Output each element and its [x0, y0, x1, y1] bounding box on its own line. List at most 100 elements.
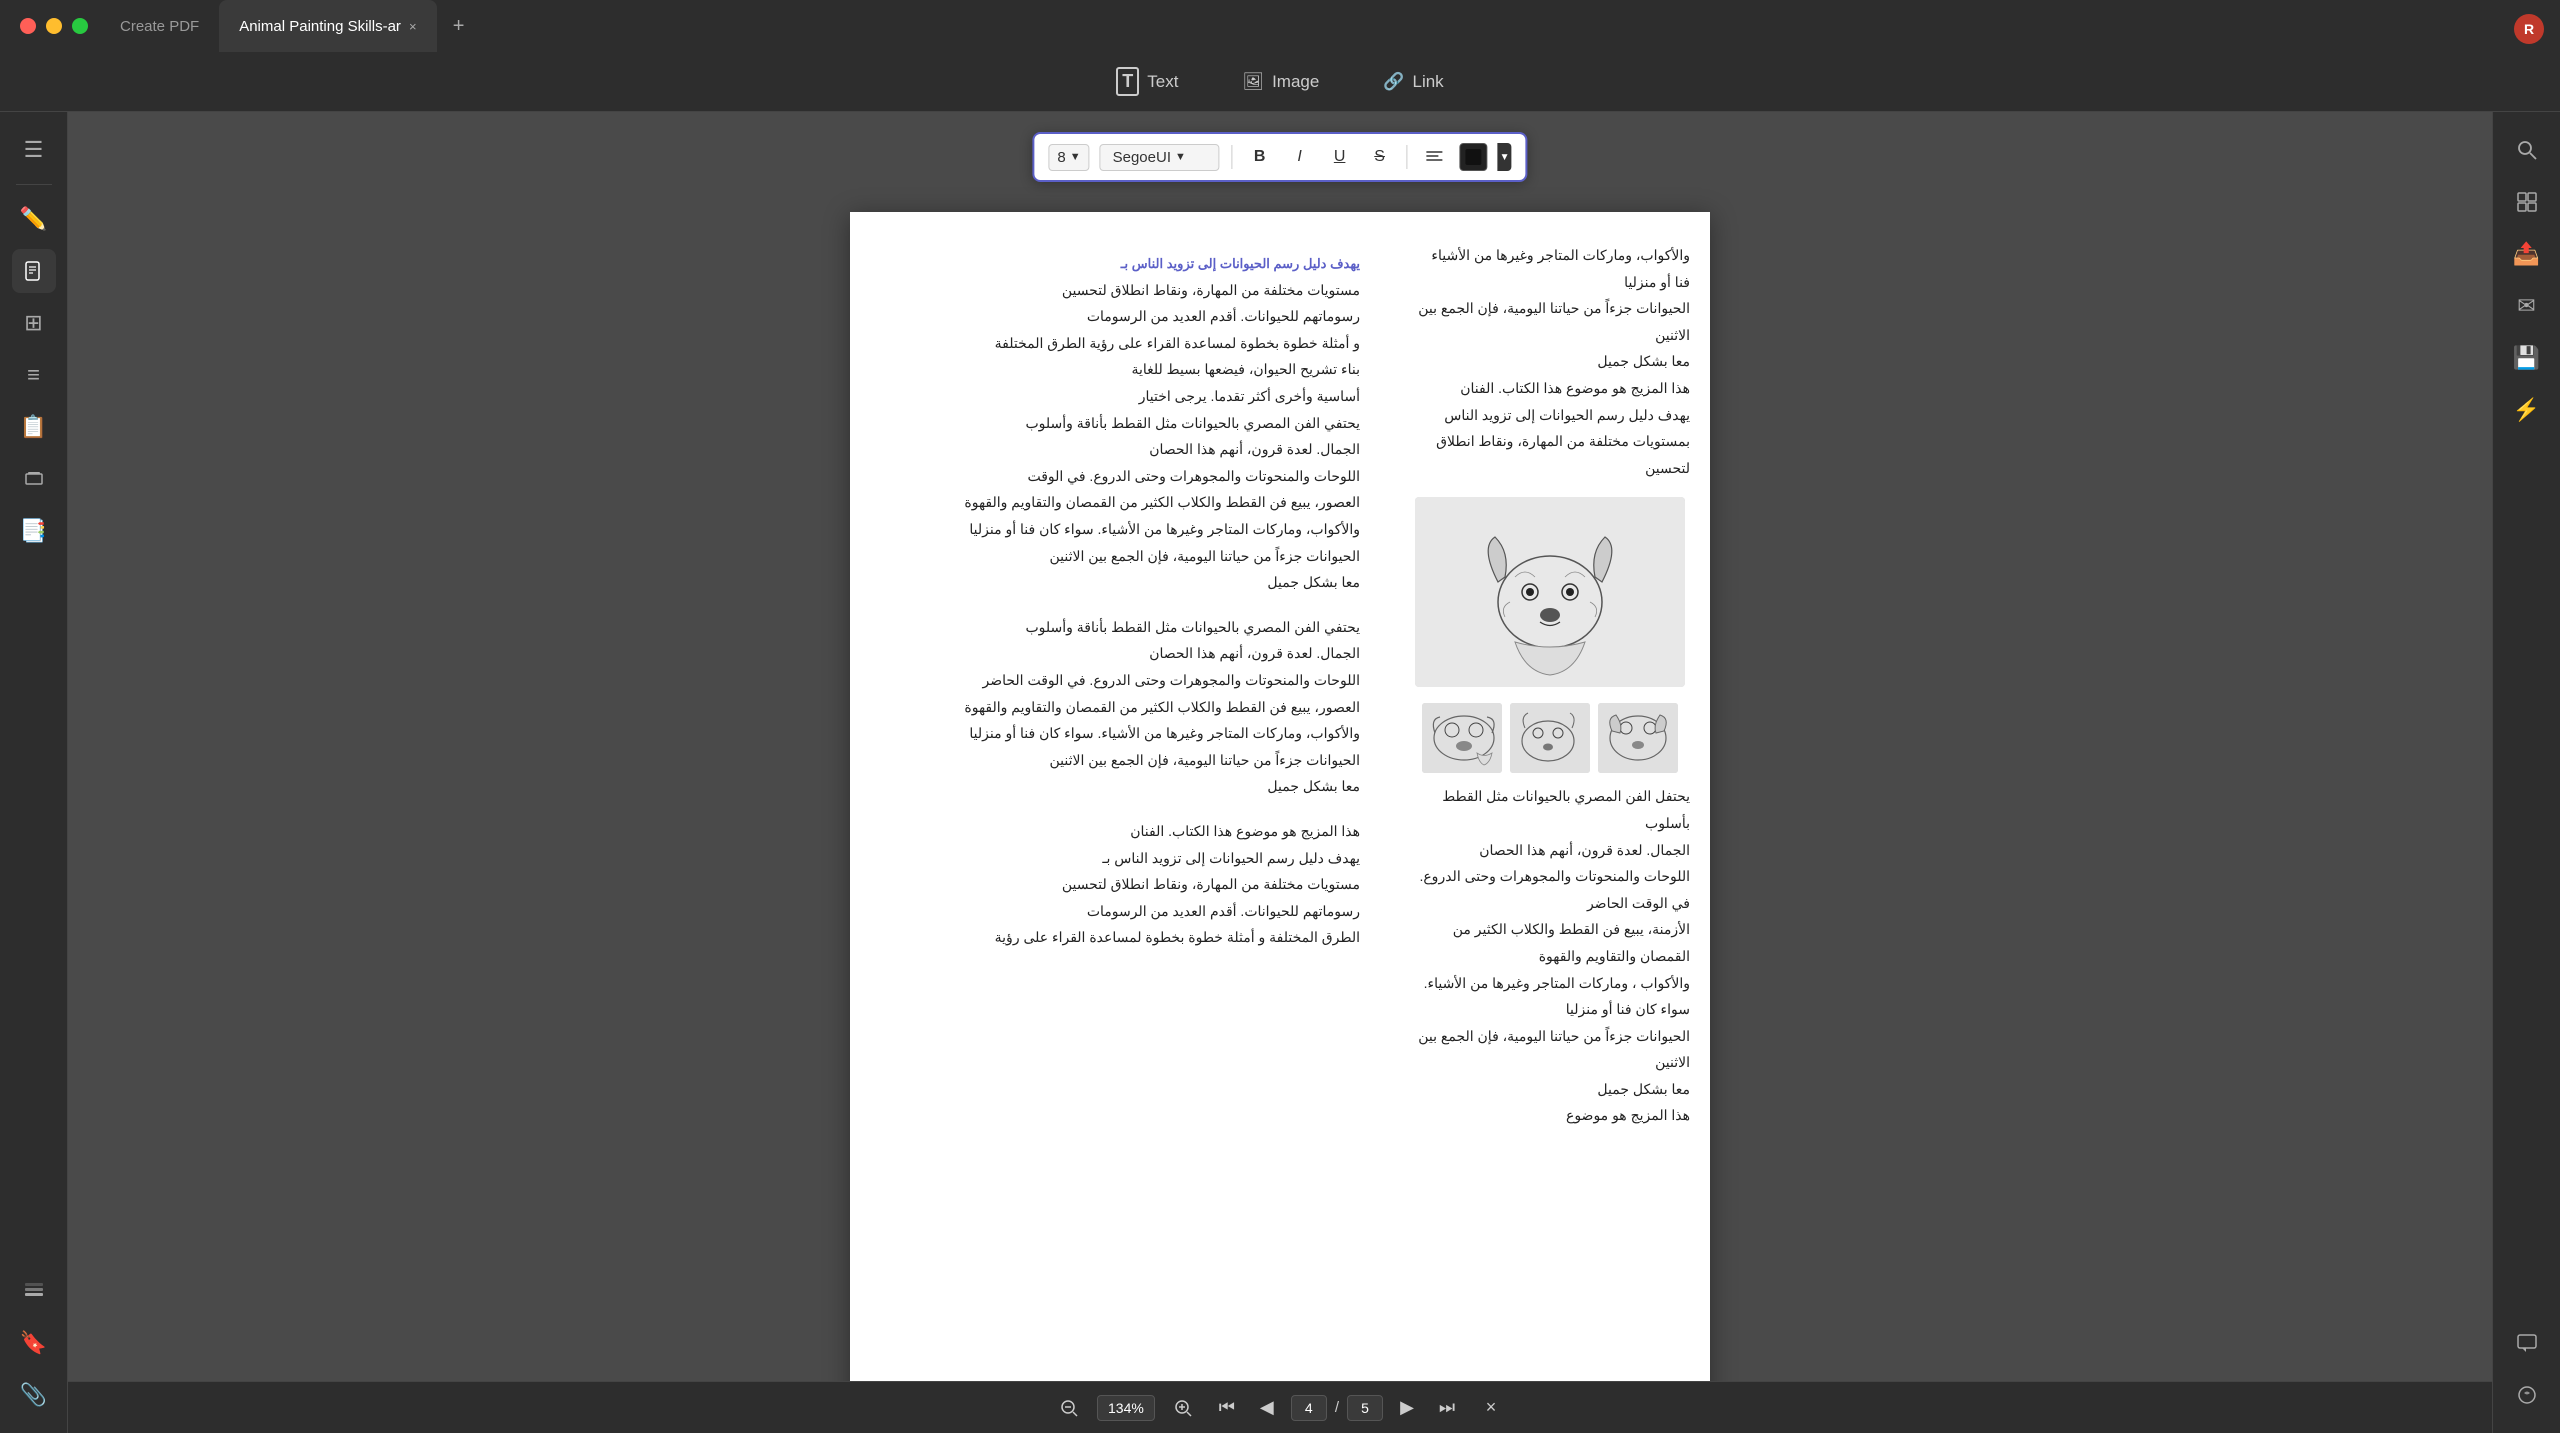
sidebar-icon-layers-bottom[interactable]	[12, 1269, 56, 1313]
pdf-right-line-6: يهدف دليل رسم الحيوانات إلى تزويد الناس	[1410, 402, 1690, 429]
sidebar-icon-layers[interactable]	[12, 457, 56, 501]
pdf-text-line-21: هذا المزيج هو موضوع هذا الكتاب. الفنان	[900, 818, 1360, 845]
page-last-button[interactable]: ⏭	[1431, 1392, 1463, 1424]
pdf-text-line-1: يهدف دليل رسم الحيوانات إلى تزويد الناس …	[900, 252, 1360, 277]
pdf-text-line-2: مستويات مختلفة من المهارة، ونقاط انطلاق …	[900, 277, 1360, 304]
sidebar-right-search[interactable]	[2505, 128, 2549, 172]
pdf-text-line-17: العصور، يبيع فن القطط والكلاب الكثير من …	[900, 694, 1360, 721]
sidebar-right-mail[interactable]: ✉	[2505, 284, 2549, 328]
main-toolbar: T Text 🖼 Image 🔗 Link	[0, 52, 2560, 112]
pdf-text-line-20: معا بشكل جميل	[900, 773, 1360, 800]
pdf-page: يهدف دليل رسم الحيوانات إلى تزويد الناس …	[850, 212, 1710, 1412]
pdf-text-line-16: اللوحات والمنحوتات والمجوهرات وحتى الدرو…	[900, 667, 1360, 694]
user-avatar: R	[2514, 14, 2544, 44]
pdf-right-bottom-2: الجمال. لعدة قرون، أنهم هذا الحصان	[1410, 837, 1690, 864]
bold-button[interactable]: B	[1245, 142, 1275, 172]
image-icon: 🖼	[1242, 72, 1264, 92]
pdf-right-bottom-7: معا بشكل جميل	[1410, 1076, 1690, 1103]
font-name-value: SegoeUI	[1113, 149, 1171, 166]
tab-bar: Create PDF Animal Painting Skills-ar × +	[100, 0, 475, 52]
toolbar-text-label: Text	[1147, 72, 1178, 92]
close-button[interactable]	[20, 18, 36, 34]
minimize-button[interactable]	[46, 18, 62, 34]
sidebar-icon-attachment[interactable]: 📎	[12, 1373, 56, 1417]
sidebar-right-comment[interactable]	[2505, 1321, 2549, 1365]
format-toolbar: 8 ▼ SegoeUI ▼ B I U S ▼	[1032, 132, 1527, 182]
sidebar-right-icon2[interactable]	[2505, 1373, 2549, 1417]
tab-inactive-label: Create PDF	[120, 18, 199, 35]
pdf-right-bottom-6: الحيوانات جزءاً من حياتنا اليومية، فإن ا…	[1410, 1023, 1690, 1076]
current-page[interactable]: 4	[1291, 1395, 1327, 1421]
color-dropdown[interactable]: ▼	[1498, 143, 1512, 171]
font-size-selector[interactable]: 8 ▼	[1048, 144, 1089, 171]
toolbar-image-item[interactable]: 🖼 Image	[1230, 66, 1331, 98]
pdf-right-bottom-3: اللوحات والمنحوتات والمجوهرات وحتى الدرو…	[1410, 863, 1690, 916]
align-button[interactable]	[1420, 142, 1450, 172]
underline-button[interactable]: U	[1325, 142, 1355, 172]
sidebar-right-lightning[interactable]: ⚡	[2505, 388, 2549, 432]
link-icon: 🔗	[1383, 72, 1404, 92]
color-swatch[interactable]	[1460, 143, 1488, 171]
pdf-text-line-6: أساسية وأخرى أكثر تقدما. يرجى اختيار	[900, 383, 1360, 410]
pdf-text-line-11: والأكواب، وماركات المتاجر وغيرها من الأش…	[900, 516, 1360, 543]
pdf-text-line-3: رسوماتهم للحيوانات. أقدم العديد من الرسو…	[900, 303, 1360, 330]
sidebar-divider-1	[16, 184, 52, 185]
sidebar-icon-bookmark[interactable]: 🔖	[12, 1321, 56, 1365]
tab-animal-painting[interactable]: Animal Painting Skills-ar ×	[219, 0, 436, 52]
pdf-right-line-7: بمستويات مختلفة من المهارة، ونقاط انطلاق…	[1410, 428, 1690, 481]
pdf-text-line-22: يهدف دليل رسم الحيوانات إلى تزويد الناس …	[900, 845, 1360, 872]
pdf-text-line-10: العصور، يبيع فن القطط والكلاب الكثير من …	[900, 489, 1360, 516]
italic-button[interactable]: I	[1285, 142, 1315, 172]
pdf-text-line-14: يحتفي الفن المصري بالحيوانات مثل القطط ب…	[900, 614, 1360, 641]
toolbar-link-item[interactable]: 🔗 Link	[1371, 66, 1455, 98]
page-first-button[interactable]: ⏮	[1211, 1392, 1243, 1424]
pdf-text-line-13: معا بشكل جميل	[900, 569, 1360, 596]
sidebar-icon-menu[interactable]: ☰	[12, 128, 56, 172]
format-divider-2	[1407, 145, 1408, 169]
zoom-in-button[interactable]	[1167, 1392, 1199, 1424]
page-prev-button[interactable]: ◀	[1251, 1392, 1283, 1424]
page-next-button[interactable]: ▶	[1391, 1392, 1423, 1424]
pdf-text-line-5: بناء تشريح الحيوان، فيضعها بسيط للغاية	[900, 356, 1360, 383]
sidebar-icon-list[interactable]: ≡	[12, 353, 56, 397]
sidebar-right-share[interactable]: 📤	[2505, 232, 2549, 276]
status-bar: 134% ⏮ ◀ 4 / 5 ▶ ⏭ ×	[68, 1381, 2492, 1433]
sidebar-icon-clipboard[interactable]: 📋	[12, 405, 56, 449]
main-content: 8 ▼ SegoeUI ▼ B I U S ▼ يهدف دليل رسم ال…	[68, 112, 2492, 1433]
pdf-right-line-3: الحيوانات جزءاً من حياتنا اليومية، فإن ا…	[1410, 295, 1690, 348]
left-sidebar: ☰ ✏️ ⊞ ≡ 📋 📑 🔖 📎	[0, 112, 68, 1433]
pdf-text-line-23: مستويات مختلفة من المهارة، ونقاط انطلاق …	[900, 871, 1360, 898]
format-divider-1	[1232, 145, 1233, 169]
page-navigation: ⏮ ◀ 4 / 5 ▶ ⏭	[1211, 1392, 1463, 1424]
strikethrough-button[interactable]: S	[1365, 142, 1395, 172]
sidebar-icon-grid[interactable]: ⊞	[12, 301, 56, 345]
status-close-button[interactable]: ×	[1475, 1392, 1507, 1424]
tab-create-pdf[interactable]: Create PDF	[100, 0, 219, 52]
pdf-text-line-12: الحيوانات جزءاً من حياتنا اليومية، فإن ا…	[900, 543, 1360, 570]
pdf-right-bottom-1: يحتفل الفن المصري بالحيوانات مثل القطط ب…	[1410, 783, 1690, 836]
pdf-text-line-8: الجمال. لعدة قرون، أنهم هذا الحصان	[900, 436, 1360, 463]
sidebar-icon-pages[interactable]: 📑	[12, 509, 56, 553]
sidebar-icon-edit[interactable]: ✏️	[12, 197, 56, 241]
sidebar-icon-document[interactable]	[12, 249, 56, 293]
toolbar-text-item[interactable]: T Text	[1104, 61, 1190, 102]
font-name-selector[interactable]: SegoeUI ▼	[1100, 144, 1220, 171]
maximize-button[interactable]	[72, 18, 88, 34]
pdf-text-line-18: والأكواب، وماركات المتاجر وغيرها من الأش…	[900, 720, 1360, 747]
pdf-text-line-9: اللوحات والمنحوتات والمجوهرات وحتى الدرو…	[900, 463, 1360, 490]
pdf-thumb-1	[1598, 703, 1678, 773]
pdf-text-line-7: يحتفي الفن المصري بالحيوانات مثل القطط ب…	[900, 410, 1360, 437]
tab-close-icon[interactable]: ×	[409, 19, 417, 34]
font-size-value: 8	[1057, 149, 1065, 166]
tab-add-button[interactable]: +	[443, 10, 475, 42]
pdf-text-line-24: رسوماتهم للحيوانات. أقدم العديد من الرسو…	[900, 898, 1360, 925]
zoom-out-button[interactable]	[1053, 1392, 1085, 1424]
sidebar-right-save[interactable]: 💾	[2505, 336, 2549, 380]
tab-active-label: Animal Painting Skills-ar	[239, 18, 401, 35]
page-separator: /	[1335, 1399, 1339, 1416]
zoom-level[interactable]: 134%	[1097, 1395, 1155, 1421]
pdf-right-line-1: والأكواب، وماركات المتاجر وغيرها من الأش…	[1410, 242, 1690, 269]
sidebar-right-grid[interactable]	[2505, 180, 2549, 224]
pdf-text-line-25: الطرق المختلفة و أمثلة خطوة بخطوة لمساعد…	[900, 924, 1360, 951]
pdf-left-column: يهدف دليل رسم الحيوانات إلى تزويد الناس …	[850, 212, 1390, 1412]
